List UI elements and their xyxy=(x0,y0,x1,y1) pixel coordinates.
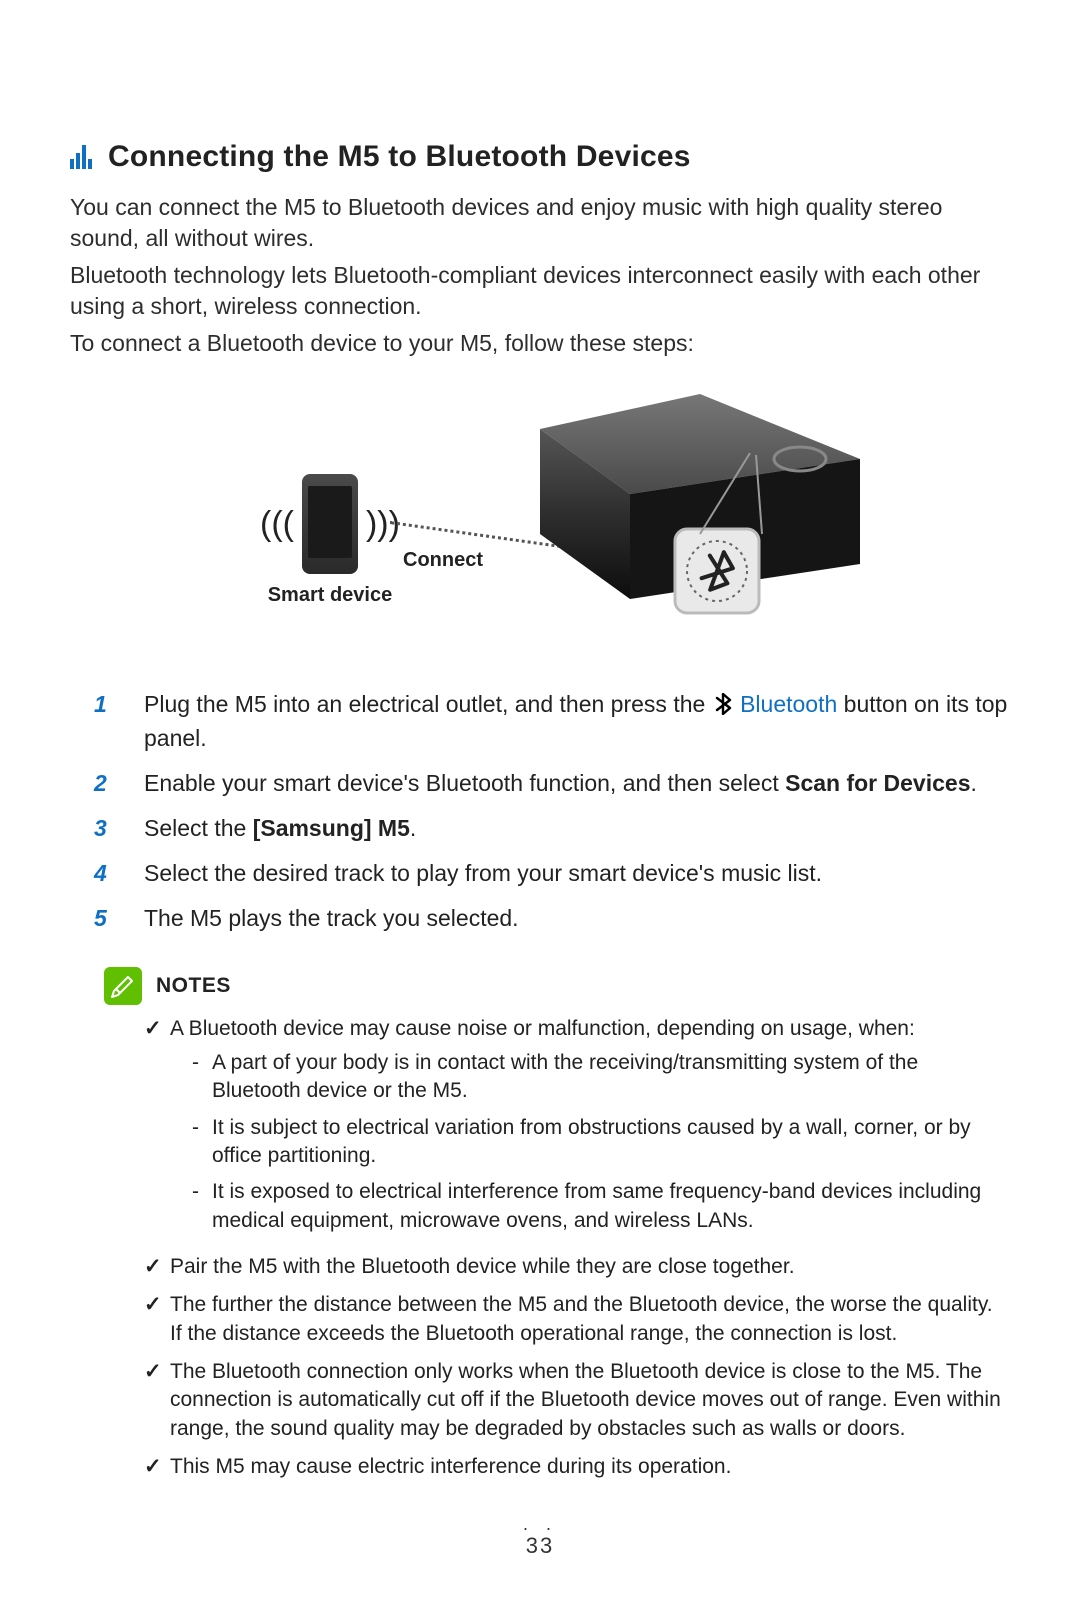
notes-icon xyxy=(104,967,142,1005)
intro-p3: To connect a Bluetooth device to your M5… xyxy=(70,328,1010,359)
notes-block: NOTES A Bluetooth device may cause noise… xyxy=(70,967,1010,1492)
page-number: · · 33 xyxy=(70,1525,1010,1558)
speaker-graphic xyxy=(510,389,880,644)
step-1: Plug the M5 into an electrical outlet, a… xyxy=(94,689,1010,768)
section-heading-text: Connecting the M5 to Bluetooth Devices xyxy=(108,140,691,174)
note-item: The further the distance between the M5 … xyxy=(144,1291,1010,1358)
smart-device-label: Smart device xyxy=(268,584,393,607)
note-item: A Bluetooth device may cause noise or ma… xyxy=(144,1015,1010,1253)
bluetooth-icon xyxy=(714,692,732,723)
signal-left-icon: ((( xyxy=(260,507,294,541)
note-item: Pair the M5 with the Bluetooth device wh… xyxy=(144,1253,1010,1291)
step-4: Select the desired track to play from yo… xyxy=(94,858,1010,903)
section-heading: Connecting the M5 to Bluetooth Devices xyxy=(70,140,1010,174)
page-dots-icon: · · xyxy=(70,1525,1010,1532)
notes-list: A Bluetooth device may cause noise or ma… xyxy=(144,1015,1010,1492)
connect-label: Connect xyxy=(403,549,483,572)
manual-page: Connecting the M5 to Bluetooth Devices Y… xyxy=(0,0,1080,1599)
steps-list: Plug the M5 into an electrical outlet, a… xyxy=(94,689,1010,948)
note-sublist: A part of your body is in contact with t… xyxy=(192,1049,1010,1243)
note-subitem: A part of your body is in contact with t… xyxy=(192,1049,1010,1114)
heading-bars-icon xyxy=(70,145,94,169)
connection-figure: ((( ))) Smart device Connect xyxy=(260,399,820,649)
step-5: The M5 plays the track you selected. xyxy=(94,903,1010,948)
intro-block: You can connect the M5 to Bluetooth devi… xyxy=(70,192,1010,359)
note-item: This M5 may cause electric interference … xyxy=(144,1453,1010,1491)
step-2: Enable your smart device's Bluetooth fun… xyxy=(94,768,1010,813)
intro-p2: Bluetooth technology lets Bluetooth-comp… xyxy=(70,260,1010,322)
phone-icon xyxy=(302,474,358,574)
note-subitem: It is exposed to electrical interference… xyxy=(192,1178,1010,1243)
smart-device-graphic: ((( ))) Smart device xyxy=(260,474,400,607)
notes-header: NOTES xyxy=(104,967,1010,1005)
step-3: Select the [Samsung] M5. xyxy=(94,813,1010,858)
notes-title: NOTES xyxy=(156,974,231,998)
note-item: The Bluetooth connection only works when… xyxy=(144,1358,1010,1453)
bluetooth-word: Bluetooth xyxy=(740,691,837,717)
intro-p1: You can connect the M5 to Bluetooth devi… xyxy=(70,192,1010,254)
note-subitem: It is subject to electrical variation fr… xyxy=(192,1114,1010,1179)
